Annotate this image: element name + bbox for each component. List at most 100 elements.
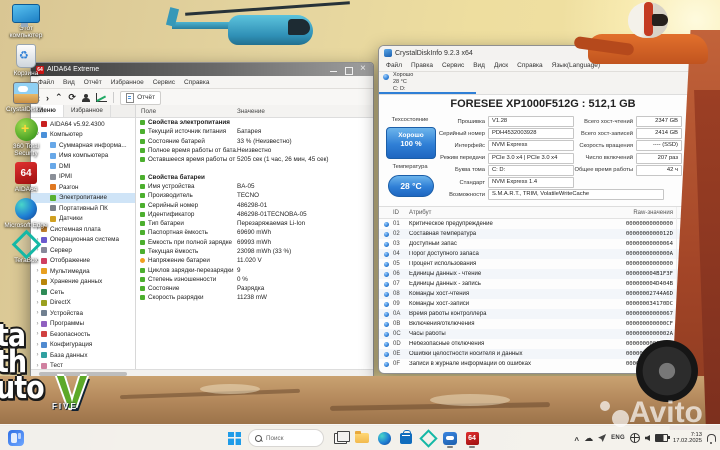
taskbar-clock[interactable]: 7:13 17.02.2025 (673, 432, 702, 445)
smart-attribute-row[interactable]: 01 Критическое предупреждение 000000000000… (379, 219, 707, 229)
maximize-icon[interactable] (345, 66, 353, 75)
taskbar-button-edge[interactable] (375, 428, 393, 448)
desktop-icon-edge[interactable]: Microsoft Edge (2, 198, 50, 229)
aida-menu-item[interactable]: Справка (184, 79, 210, 86)
start-button[interactable] (228, 431, 241, 445)
up-icon[interactable]: ⌃ (55, 92, 63, 103)
smart-attribute-row[interactable]: 04 Порог доступного запаса 0000000000000A (379, 249, 707, 259)
widgets-button[interactable] (8, 430, 24, 446)
smart-attribute-row[interactable]: 05 Процент использования 00000000000000 (379, 259, 707, 269)
smart-attribute-row[interactable]: 06 Единицы данных - чтение 000000004B1F3F (379, 269, 707, 279)
smart-attribute-row[interactable]: 09 Команды хост-записи 000000034170DC (379, 299, 707, 309)
property-row[interactable]: Имя устройства BA-05 (136, 182, 373, 191)
taskbar-button-aida64[interactable] (463, 428, 481, 448)
aida-menu-item[interactable]: Вид (63, 79, 75, 86)
smart-attribute-row[interactable]: 08 Команды хост-чтения 00000002744A6D (379, 289, 707, 299)
gta-v-logo: ta th uto (0, 321, 45, 404)
send-arrow-icon[interactable] (598, 434, 607, 442)
tree-item-network[interactable]: › Сеть (31, 287, 135, 298)
property-row[interactable]: Степень изношенности 0 % (136, 275, 373, 284)
cdi-menu-item[interactable]: Файл (386, 62, 402, 69)
refresh-icon[interactable]: ⟳ (69, 92, 77, 103)
property-row[interactable]: Напряжение батареи 11.020 V (136, 256, 373, 265)
tree-expand-icon[interactable]: › (34, 279, 41, 285)
property-row[interactable]: Состояние батарей 33 % (Неизвестно) (136, 137, 373, 146)
property-row[interactable]: Текущий источник питания Батарея (136, 127, 373, 136)
property-row[interactable]: Тип батареи Перезаряжаемая Li-Ion (136, 219, 373, 228)
battery-icon[interactable] (654, 434, 670, 442)
cdi-menu-item[interactable]: Сервис (442, 62, 464, 69)
smart-attribute-row[interactable]: 0B Включения/отключения 000000000000CF (379, 319, 707, 329)
cdi-drive-selector[interactable]: Хорошо 28 °C C: D: (379, 72, 707, 95)
desktop-icon-aida64[interactable]: AIDA64 (2, 162, 50, 193)
tree-expand-icon[interactable]: › (34, 268, 41, 274)
property-row[interactable]: Производитель TECNO (136, 191, 373, 200)
property-row[interactable]: Ёмкость при полной зарядке 69993 mWh (136, 238, 373, 247)
avito-watermark-text: Avito (629, 396, 703, 429)
tree-item-database[interactable]: › База данных (31, 350, 135, 361)
temperature-button[interactable]: 28 °C (388, 175, 434, 197)
status-dot-icon (384, 221, 389, 227)
aida-menu-item[interactable]: Сервис (153, 79, 175, 86)
tray-overflow-icon[interactable]: ^ (574, 436, 579, 445)
taskbar-button-terabox[interactable] (418, 428, 438, 448)
taskbar-button-cdi[interactable] (441, 428, 459, 448)
directx-icon (41, 299, 47, 306)
cdi-menu-item[interactable]: Диск (494, 62, 508, 69)
search-input[interactable]: Поиск (248, 429, 324, 447)
cdi-menu-item[interactable]: Вид (473, 62, 485, 69)
user-icon[interactable] (82, 93, 91, 102)
cdi-menu-item[interactable]: Справка (517, 62, 543, 69)
aida-menu-item[interactable]: Отчёт (84, 79, 102, 86)
tree-item-config[interactable]: › Конфигурация (31, 340, 135, 351)
desktop-icon-this-pc[interactable]: Этот компьютер (2, 4, 50, 39)
crystaldiskinfo-window[interactable]: CrystalDiskInfo 9.2.3 x64 Файл Правка Серв… (378, 45, 708, 374)
smart-attribute-row[interactable]: 03 Доступный запас 00000000000064 (379, 239, 707, 249)
tree-item-security[interactable]: › Безопасность (31, 329, 135, 340)
property-row[interactable]: Полное время работы от бата... Неизвестно (136, 146, 373, 155)
property-row[interactable]: Оставшееся время работы от ... 5205 сек (… (136, 155, 373, 164)
tree-item-devices[interactable]: › Устройства (31, 308, 135, 319)
tree-expand-icon[interactable]: › (34, 289, 41, 295)
property-row[interactable]: Серийный номер 486298-01 (136, 200, 373, 209)
onedrive-icon[interactable]: ☁ (584, 433, 593, 444)
volume-icon[interactable] (644, 435, 650, 441)
property-row[interactable]: Паспортная ёмкость 69690 mWh (136, 228, 373, 237)
close-icon[interactable] (360, 63, 368, 74)
property-row[interactable]: Идентификатор 486298-01TECNOBA-05 (136, 210, 373, 219)
smart-attribute-row[interactable]: 07 Единицы данных - запись 000000004D404B (379, 279, 707, 289)
minimize-icon[interactable] (330, 66, 338, 74)
taskbar-button-folder[interactable] (353, 428, 371, 448)
tree-item-storage[interactable]: › Хранение данных (31, 277, 135, 288)
tree-expand-icon[interactable]: › (34, 310, 41, 316)
network-icon[interactable] (629, 433, 640, 443)
tree-expand-icon[interactable]: › (34, 300, 41, 306)
desktop-icon-360-total-security[interactable]: 360 Total Security (2, 118, 50, 157)
smart-attribute-row[interactable]: 0C Часы работы 0000000000002A (379, 329, 707, 339)
property-row[interactable]: Скорость разрядки 11238 mW (136, 293, 373, 302)
cdi-menu-item[interactable]: Правка (411, 62, 433, 69)
report-button[interactable]: Отчёт (120, 90, 162, 105)
taskbar-button-store[interactable] (397, 428, 415, 448)
language-indicator[interactable]: ENG (611, 435, 625, 441)
smart-attribute-row[interactable]: 0A Время работы контроллера 00000000000067 (379, 309, 707, 319)
smart-attribute-row[interactable]: 02 Составная температура 0000000000012D (379, 229, 707, 239)
tree-item-directx[interactable]: › DirectX (31, 298, 135, 309)
desktop-icon-terabox[interactable]: TeraBox (2, 229, 50, 264)
aida64-window[interactable]: 64 AIDA64 Extreme ФайлВидОтчётИзбранноеС… (30, 62, 374, 379)
property-row[interactable]: Циклов зарядки-перезарядки 9 (136, 265, 373, 274)
tree-item-programs[interactable]: › Программы (31, 319, 135, 330)
health-status-button[interactable]: Хорошо 100 % (386, 127, 436, 159)
desktop-icon-crystaldiskinfo[interactable]: CrystalDiskI... (2, 82, 50, 113)
property-row[interactable]: Текущая ёмкость 23098 mWh (33 %) (136, 247, 373, 256)
recycle-bin-icon (16, 44, 36, 68)
taskbar-button-taskview[interactable] (331, 428, 350, 448)
desktop-icon-recycle-bin[interactable]: Корзина (2, 44, 50, 77)
notifications-bell-icon[interactable] (707, 434, 716, 444)
property-row[interactable]: Состояние Разрядка (136, 284, 373, 293)
aida64-titlebar[interactable]: 64 AIDA64 Extreme (31, 63, 373, 76)
chart-icon[interactable] (96, 93, 108, 102)
property-value: TECNO (237, 192, 260, 200)
tab-favorites[interactable]: Избранное (64, 105, 111, 117)
aida-menu-item[interactable]: Избранное (111, 79, 144, 86)
